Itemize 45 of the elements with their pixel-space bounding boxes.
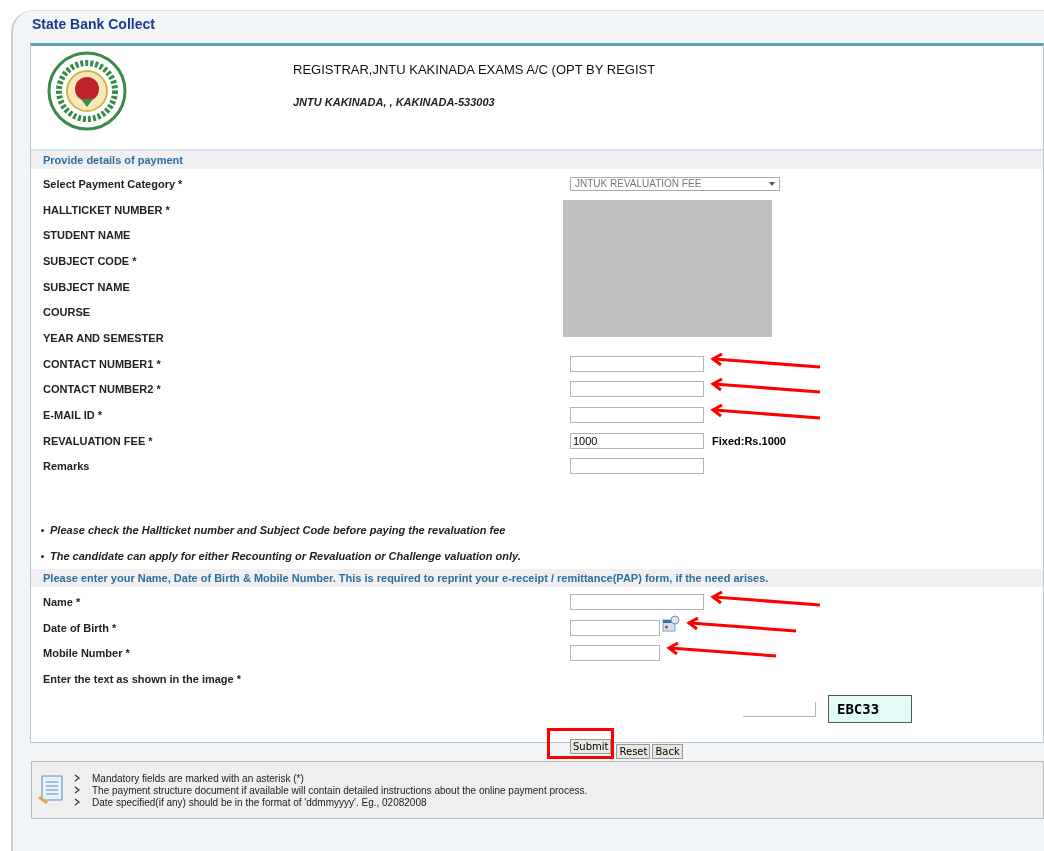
calendar-icon[interactable] — [662, 614, 680, 633]
field-label: Date of Birth * — [42, 621, 118, 634]
field-label: CONTACT NUMBER1 * — [42, 357, 162, 370]
field-label: REVALUATION FEE * — [42, 434, 154, 447]
text-field[interactable] — [570, 458, 704, 475]
form-button[interactable]: Reset — [616, 744, 651, 759]
text-field[interactable]: 1000 — [570, 432, 704, 449]
field-label: SUBJECT CODE * — [42, 254, 138, 267]
bullet-icon — [41, 528, 44, 532]
field-label: E-MAIL ID * — [42, 409, 104, 422]
text-field[interactable] — [570, 645, 660, 662]
info-note: The payment structure document if available will contain detailed instructions about the online payment process. — [92, 784, 588, 796]
field-label: SUBJECT NAME — [42, 280, 131, 293]
text-field[interactable] — [570, 407, 704, 424]
payment-category-dropdown[interactable]: JNTUK REVALUATION FEE — [570, 176, 780, 191]
captcha-image: EBC33 — [828, 695, 912, 723]
field-label: Remarks — [42, 460, 91, 473]
text-field[interactable] — [570, 355, 704, 372]
field-label: CONTACT NUMBER2 * — [42, 383, 162, 396]
text-field[interactable] — [570, 619, 660, 636]
info-note: Date specified(if any) should be in the format of 'ddmmyyyy'. Eg., 02082008 — [92, 796, 427, 808]
instruction-note: The candidate can apply for either Recounting or Revaluation or Challenge valuation only. — [50, 550, 521, 563]
field-label: Select Payment Category * — [42, 177, 184, 190]
field-label: STUDENT NAME — [42, 229, 132, 242]
document-pencil-icon — [36, 774, 66, 806]
field-label: Mobile Number * — [42, 647, 131, 660]
text-field[interactable] — [570, 381, 704, 398]
app-title: State Bank Collect — [31, 15, 156, 34]
form-button[interactable]: Back — [652, 744, 683, 759]
field-label: YEAR AND SEMESTER — [42, 331, 165, 344]
form-button[interactable]: Submit — [570, 739, 612, 754]
payee-name: REGISTRAR,JNTU KAKINADA EXAMS A/C (OPT BY REGIST — [293, 62, 656, 77]
text-field[interactable] — [570, 594, 704, 611]
field-label: Enter the text as shown in the image * — [42, 673, 243, 686]
fee-note: Fixed:Rs.1000 — [712, 434, 786, 447]
instruction-note: Please check the Hallticket number and Subject Code before paying the revaluation fee — [50, 524, 506, 537]
section-heading: Please enter your Name, Date of Birth & Mobile Number. This is required to reprint your e-receipt / remittance(PAP) form, if the need arises. — [31, 569, 1043, 588]
section-heading: Provide details of payment — [31, 151, 1043, 169]
payee-address: JNTU KAKINADA, , KAKINADA-533003 — [293, 96, 496, 108]
info-note: Mandatory fields are marked with an asterisk (*) — [92, 772, 304, 784]
field-label: COURSE — [42, 306, 92, 319]
field-label: Name * — [42, 596, 82, 609]
field-label: HALLTICKET NUMBER * — [42, 203, 171, 216]
bullet-icon — [41, 554, 44, 558]
caret-icon — [769, 181, 775, 186]
